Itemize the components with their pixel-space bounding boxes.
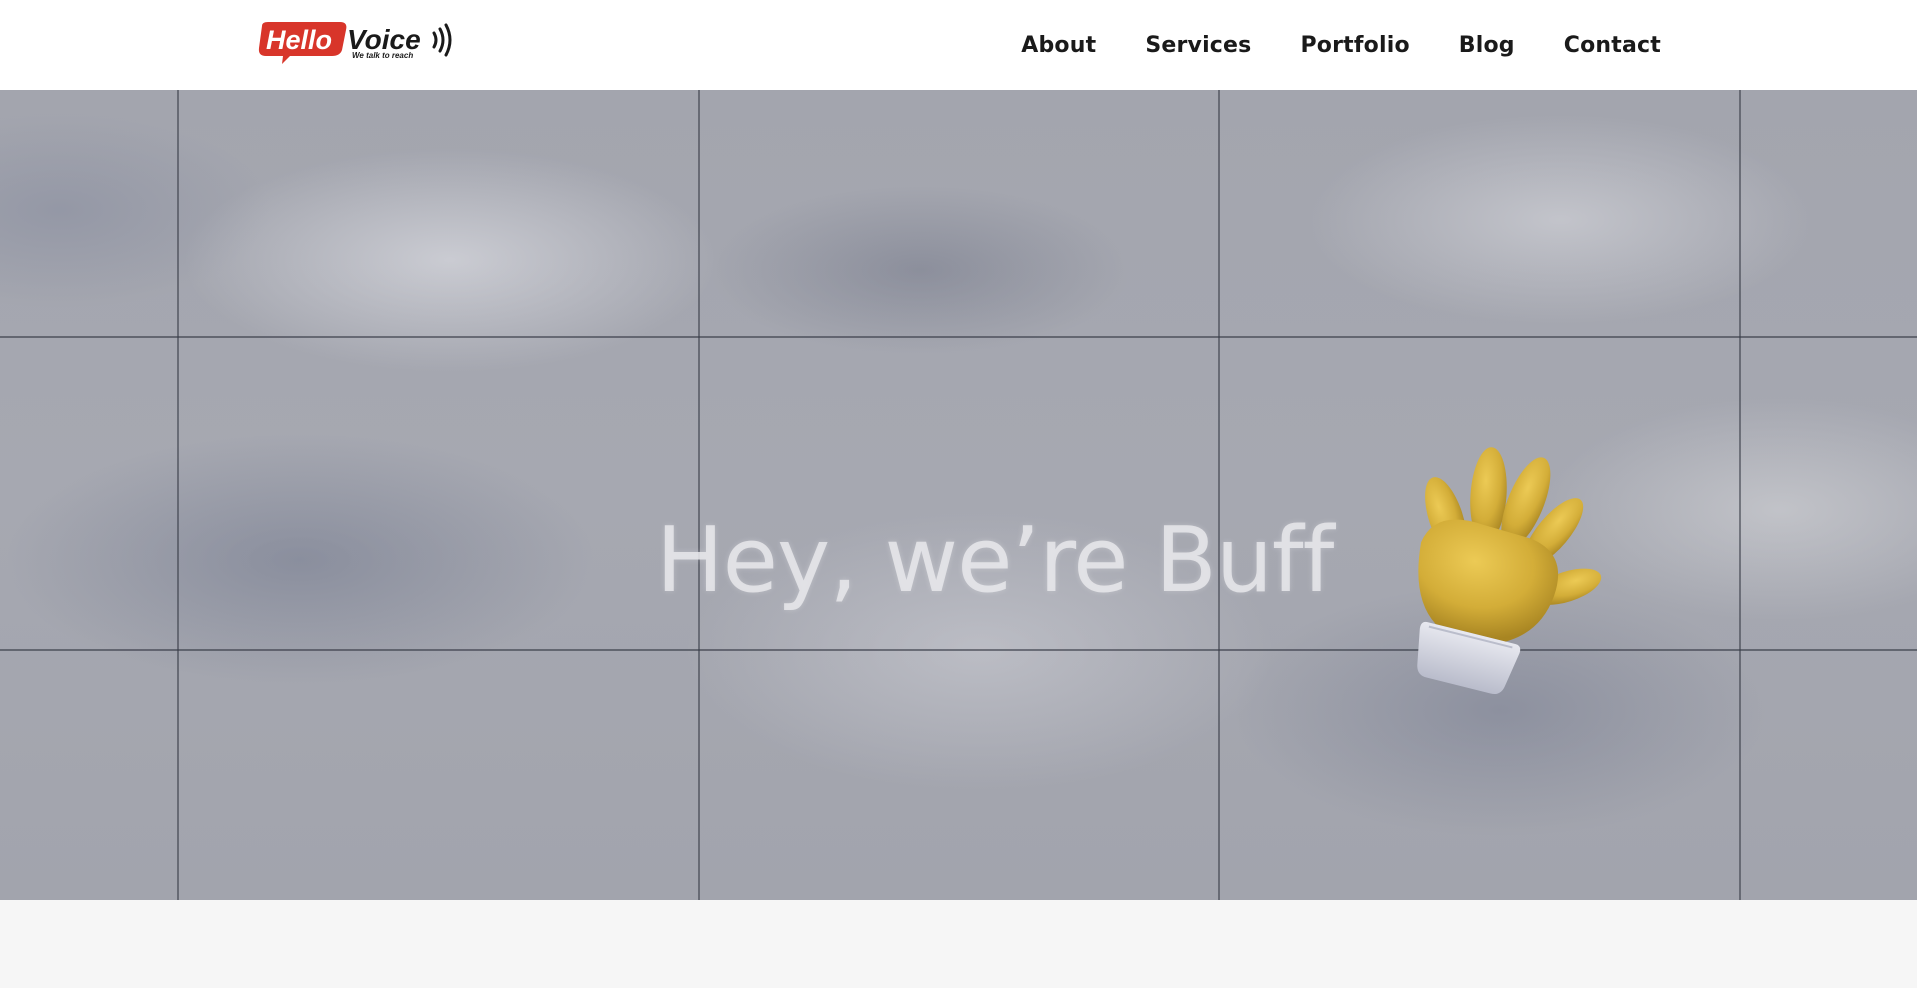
nav-link-about[interactable]: About <box>1021 33 1096 58</box>
grid-line <box>0 649 1917 651</box>
nav-link-blog[interactable]: Blog <box>1459 33 1515 58</box>
grid-line <box>1218 90 1220 900</box>
nav-link-contact[interactable]: Contact <box>1564 33 1661 58</box>
grid-line <box>1739 90 1741 900</box>
main-nav: About Services Portfolio Blog Contact <box>1021 0 1661 90</box>
waving-hand-icon <box>1370 440 1610 720</box>
site-header: Hello Voice We talk to reach About Servi… <box>0 0 1917 90</box>
grid-line <box>0 336 1917 338</box>
grid-line <box>698 90 700 900</box>
nav-link-portfolio[interactable]: Portfolio <box>1300 33 1409 58</box>
logo[interactable]: Hello Voice We talk to reach <box>256 20 456 66</box>
hero-section: Hey, we’re Buff <box>0 90 1917 900</box>
logo-text-hello: Hello <box>266 25 332 55</box>
logo-tagline: We talk to reach <box>352 51 413 60</box>
page: Hello Voice We talk to reach About Servi… <box>0 0 1917 988</box>
hero-title: Hey, we’re Buff <box>656 508 1334 613</box>
nav-link-services[interactable]: Services <box>1145 33 1251 58</box>
sound-waves-icon <box>432 23 452 57</box>
grid-line <box>177 90 179 900</box>
